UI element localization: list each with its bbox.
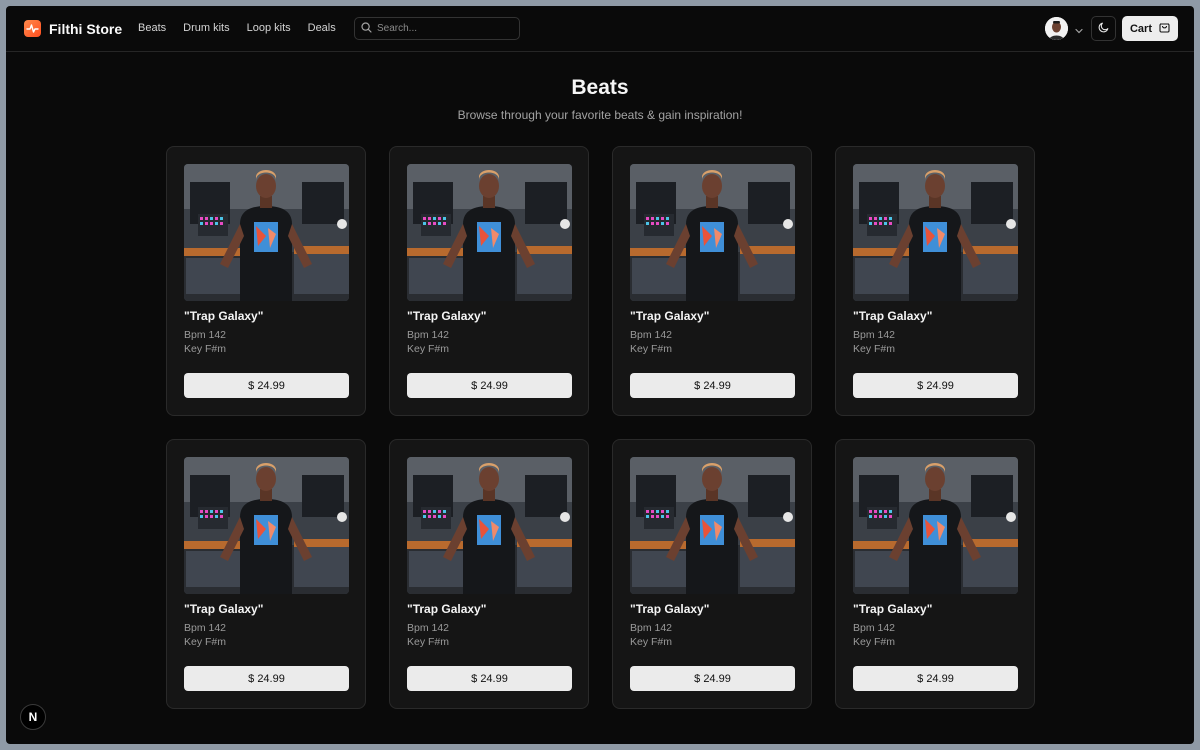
avatar[interactable] bbox=[1045, 17, 1068, 40]
product-image[interactable] bbox=[853, 164, 1018, 301]
nav-drum-kits[interactable]: Drum kits bbox=[183, 22, 229, 34]
logo-icon bbox=[24, 20, 41, 37]
main-nav: Beats Drum kits Loop kits Deals bbox=[138, 22, 336, 34]
chevron-down-icon[interactable] bbox=[1074, 23, 1084, 41]
product-card[interactable]: "Trap Galaxy" Bpm 142 Key F#m $ 24.99 bbox=[389, 146, 589, 416]
product-image[interactable] bbox=[184, 457, 349, 594]
product-image[interactable] bbox=[630, 164, 795, 301]
cart-button[interactable]: Cart bbox=[1122, 16, 1178, 41]
product-card[interactable]: "Trap Galaxy" Bpm 142 Key F#m $ 24.99 bbox=[835, 146, 1035, 416]
nextjs-icon[interactable]: N bbox=[20, 704, 46, 730]
top-header: Filthi Store Beats Drum kits Loop kits D… bbox=[6, 6, 1194, 52]
product-bpm: Bpm 142 bbox=[184, 622, 227, 634]
product-key: Key F#m bbox=[184, 343, 227, 355]
nav-beats[interactable]: Beats bbox=[138, 22, 166, 34]
price-button[interactable]: $ 24.99 bbox=[630, 666, 795, 691]
product-bpm: Bpm 142 bbox=[853, 329, 896, 341]
product-bpm: Bpm 142 bbox=[407, 622, 450, 634]
product-card[interactable]: "Trap Galaxy" Bpm 142 Key F#m $ 24.99 bbox=[166, 146, 366, 416]
product-card[interactable]: "Trap Galaxy" Bpm 142 Key F#m $ 24.99 bbox=[389, 439, 589, 709]
cart-bag-icon bbox=[1159, 21, 1170, 36]
product-key: Key F#m bbox=[630, 343, 673, 355]
page-title: Beats bbox=[571, 76, 629, 99]
product-card[interactable]: "Trap Galaxy" Bpm 142 Key F#m $ 24.99 bbox=[612, 146, 812, 416]
product-title[interactable]: "Trap Galaxy" bbox=[184, 309, 263, 323]
cart-label: Cart bbox=[1129, 22, 1152, 35]
product-card[interactable]: "Trap Galaxy" Bpm 142 Key F#m $ 24.99 bbox=[835, 439, 1035, 709]
search-box[interactable] bbox=[354, 17, 520, 40]
brand-name: Filthi Store bbox=[49, 20, 123, 37]
price-button[interactable]: $ 24.99 bbox=[407, 373, 572, 398]
search-icon bbox=[361, 20, 372, 38]
product-card[interactable]: "Trap Galaxy" Bpm 142 Key F#m $ 24.99 bbox=[166, 439, 366, 709]
product-bpm: Bpm 142 bbox=[407, 329, 450, 341]
nav-loop-kits[interactable]: Loop kits bbox=[247, 22, 291, 34]
nav-deals[interactable]: Deals bbox=[308, 22, 336, 34]
product-bpm: Bpm 142 bbox=[853, 622, 896, 634]
app-window: Filthi Store Beats Drum kits Loop kits D… bbox=[6, 6, 1194, 744]
price-button[interactable]: $ 24.99 bbox=[407, 666, 572, 691]
product-title[interactable]: "Trap Galaxy" bbox=[407, 309, 486, 323]
brand[interactable]: Filthi Store bbox=[24, 20, 122, 37]
product-key: Key F#m bbox=[853, 343, 896, 355]
product-title[interactable]: "Trap Galaxy" bbox=[630, 309, 709, 323]
product-title[interactable]: "Trap Galaxy" bbox=[407, 602, 486, 616]
search-input[interactable] bbox=[377, 23, 519, 34]
product-bpm: Bpm 142 bbox=[184, 329, 227, 341]
product-bpm: Bpm 142 bbox=[630, 622, 673, 634]
moon-icon bbox=[1098, 20, 1110, 38]
product-grid: "Trap Galaxy" Bpm 142 Key F#m $ 24.99 "T… bbox=[166, 146, 1035, 709]
product-image[interactable] bbox=[407, 457, 572, 594]
page-subtitle: Browse through your favorite beats & gai… bbox=[457, 108, 743, 122]
product-title[interactable]: "Trap Galaxy" bbox=[184, 602, 263, 616]
price-button[interactable]: $ 24.99 bbox=[630, 373, 795, 398]
product-image[interactable] bbox=[630, 457, 795, 594]
theme-toggle-button[interactable] bbox=[1091, 16, 1116, 41]
product-image[interactable] bbox=[853, 457, 1018, 594]
product-image[interactable] bbox=[184, 164, 349, 301]
price-button[interactable]: $ 24.99 bbox=[184, 666, 349, 691]
price-button[interactable]: $ 24.99 bbox=[184, 373, 349, 398]
product-title[interactable]: "Trap Galaxy" bbox=[853, 309, 932, 323]
product-key: Key F#m bbox=[407, 343, 450, 355]
product-card[interactable]: "Trap Galaxy" Bpm 142 Key F#m $ 24.99 bbox=[612, 439, 812, 709]
product-key: Key F#m bbox=[853, 636, 896, 648]
price-button[interactable]: $ 24.99 bbox=[853, 666, 1018, 691]
product-title[interactable]: "Trap Galaxy" bbox=[853, 602, 932, 616]
product-bpm: Bpm 142 bbox=[630, 329, 673, 341]
product-key: Key F#m bbox=[630, 636, 673, 648]
product-key: Key F#m bbox=[184, 636, 227, 648]
product-title[interactable]: "Trap Galaxy" bbox=[630, 602, 709, 616]
product-image[interactable] bbox=[407, 164, 572, 301]
product-key: Key F#m bbox=[407, 636, 450, 648]
price-button[interactable]: $ 24.99 bbox=[853, 373, 1018, 398]
